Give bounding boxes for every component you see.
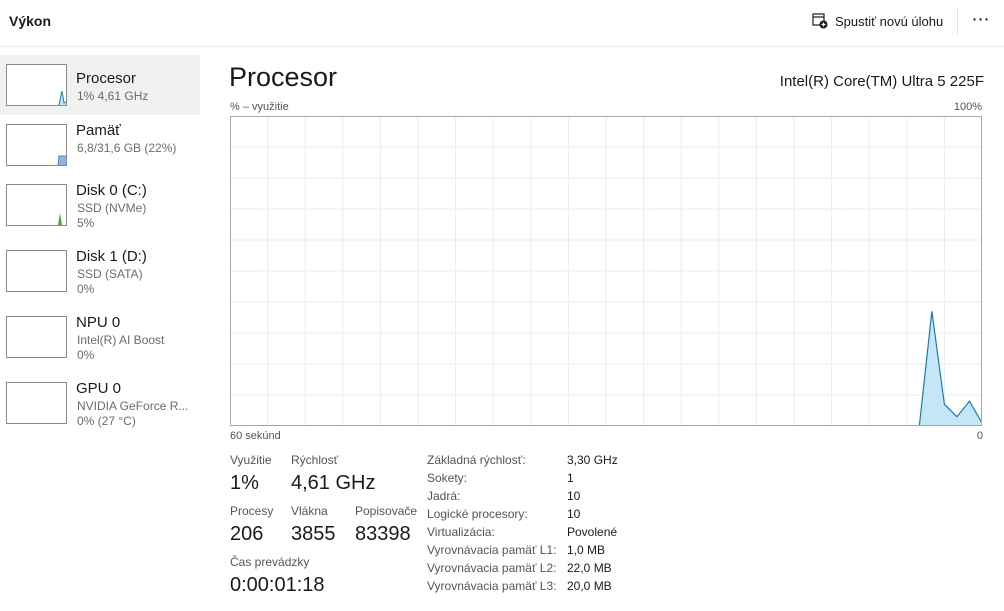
handles-value: 83398 <box>355 523 411 545</box>
memory-thumbnail-graph <box>6 124 67 166</box>
sidebar-item-npu[interactable]: NPU 0 Intel(R) AI Boost 0% <box>0 307 200 367</box>
processes-value: 206 <box>230 523 264 545</box>
sidebar-item-detail: SSD (SATA) <box>77 267 143 281</box>
x-axis-right-label: 0 <box>976 430 983 442</box>
header-bar: Výkon Spustiť novú úlohu ⋯ <box>0 0 1004 47</box>
spec-value-l2-cache: 22,0 MB <box>567 561 612 575</box>
sidebar-item-label: Disk 1 (D:) <box>76 248 147 265</box>
section-title: Procesor <box>229 62 338 92</box>
y-axis-label: % – využitie <box>230 101 289 113</box>
handles-label: Popisovače <box>355 504 418 518</box>
spec-value-base-speed: 3,30 GHz <box>567 453 618 467</box>
cpu-thumbnail-graph <box>6 64 67 106</box>
spec-label-sockets: Sokety: <box>427 471 468 485</box>
cpu-usage-graph <box>229 116 983 427</box>
disk-1-thumbnail-graph <box>6 250 67 292</box>
spec-label-logical-processors: Logické procesory: <box>427 507 528 521</box>
spec-label-virtualization: Virtualizácia: <box>427 525 495 539</box>
spec-value-virtualization: Povolené <box>567 525 618 539</box>
sidebar-item-usage: 0% <box>77 282 95 296</box>
spec-value-logical-processors: 10 <box>567 507 581 521</box>
sidebar-item-usage: 0% <box>77 348 95 362</box>
speed-label: Rýchlosť <box>291 453 339 467</box>
sidebar-item-gpu[interactable]: GPU 0 NVIDIA GeForce R... 0% (27 °C) <box>0 373 200 433</box>
sidebar-item-detail: SSD (NVMe) <box>77 201 147 215</box>
spec-value-cores: 10 <box>567 489 581 503</box>
cpu-model-name: Intel(R) Core(TM) Ultra 5 225F <box>779 73 984 90</box>
run-task-icon <box>812 13 828 29</box>
spec-label-l1-cache: Vyrovnávacia pamäť L1: <box>427 543 557 557</box>
page-title: Výkon <box>9 13 52 29</box>
cpu-usage-chart-svg <box>229 116 983 427</box>
sidebar-item-label: NPU 0 <box>76 314 121 331</box>
utilization-label: Využitie <box>230 453 272 467</box>
sidebar-item-detail: NVIDIA GeForce R... <box>77 399 189 413</box>
sidebar-item-disk-0[interactable]: Disk 0 (C:) SSD (NVMe) 5% <box>0 175 200 235</box>
threads-value: 3855 <box>291 523 336 545</box>
speed-value: 4,61 GHz <box>291 472 376 494</box>
spec-label-l2-cache: Vyrovnávacia pamäť L2: <box>427 561 557 575</box>
gpu-thumbnail-graph <box>6 382 67 424</box>
sidebar-item-usage: 5% <box>77 216 95 230</box>
y-axis-max-label: 100% <box>953 101 982 113</box>
sidebar-item-memory[interactable]: Pamäť 6,8/31,6 GB (22%) <box>0 115 200 175</box>
threads-label: Vlákna <box>291 504 328 518</box>
spec-value-l1-cache: 1,0 MB <box>567 543 606 557</box>
sidebar-item-usage: 0% (27 °C) <box>77 414 136 428</box>
sidebar-item-label: Pamäť <box>76 122 121 139</box>
sidebar-item-label: GPU 0 <box>76 380 122 397</box>
sidebar-item-detail: 6,8/31,6 GB (22%) <box>77 141 177 155</box>
x-axis-left-label: 60 sekúnd <box>230 430 281 442</box>
uptime-value: 0:00:01:18 <box>230 574 325 596</box>
spec-label-l3-cache: Vyrovnávacia pamäť L3: <box>427 579 557 593</box>
sidebar-item-label: Procesor <box>76 70 137 87</box>
run-new-task-button[interactable]: Spustiť novú úlohu <box>812 10 943 32</box>
utilization-value: 1% <box>230 472 259 494</box>
more-options-button[interactable]: ⋯ <box>968 8 994 34</box>
disk-0-thumbnail-graph <box>6 184 67 226</box>
header-divider <box>957 8 958 34</box>
spec-value-l3-cache: 20,0 MB <box>567 579 612 593</box>
processes-label: Procesy <box>230 504 274 518</box>
npu-thumbnail-graph <box>6 316 67 358</box>
spec-label-base-speed: Základná rýchlosť: <box>427 453 526 467</box>
sidebar-item-disk-1[interactable]: Disk 1 (D:) SSD (SATA) 0% <box>0 241 200 301</box>
sidebar-item-detail: Intel(R) AI Boost <box>77 333 165 347</box>
uptime-label: Čas prevádzky <box>230 555 310 569</box>
run-task-label: Spustiť novú úlohu <box>835 13 944 29</box>
sidebar-item-cpu[interactable]: Procesor 1% 4,61 GHz <box>0 55 200 115</box>
spec-label-cores: Jadrá: <box>427 489 461 503</box>
spec-value-sockets: 1 <box>567 471 574 485</box>
sidebar-item-detail: 1% 4,61 GHz <box>77 89 149 103</box>
sidebar-item-label: Disk 0 (C:) <box>76 182 147 199</box>
